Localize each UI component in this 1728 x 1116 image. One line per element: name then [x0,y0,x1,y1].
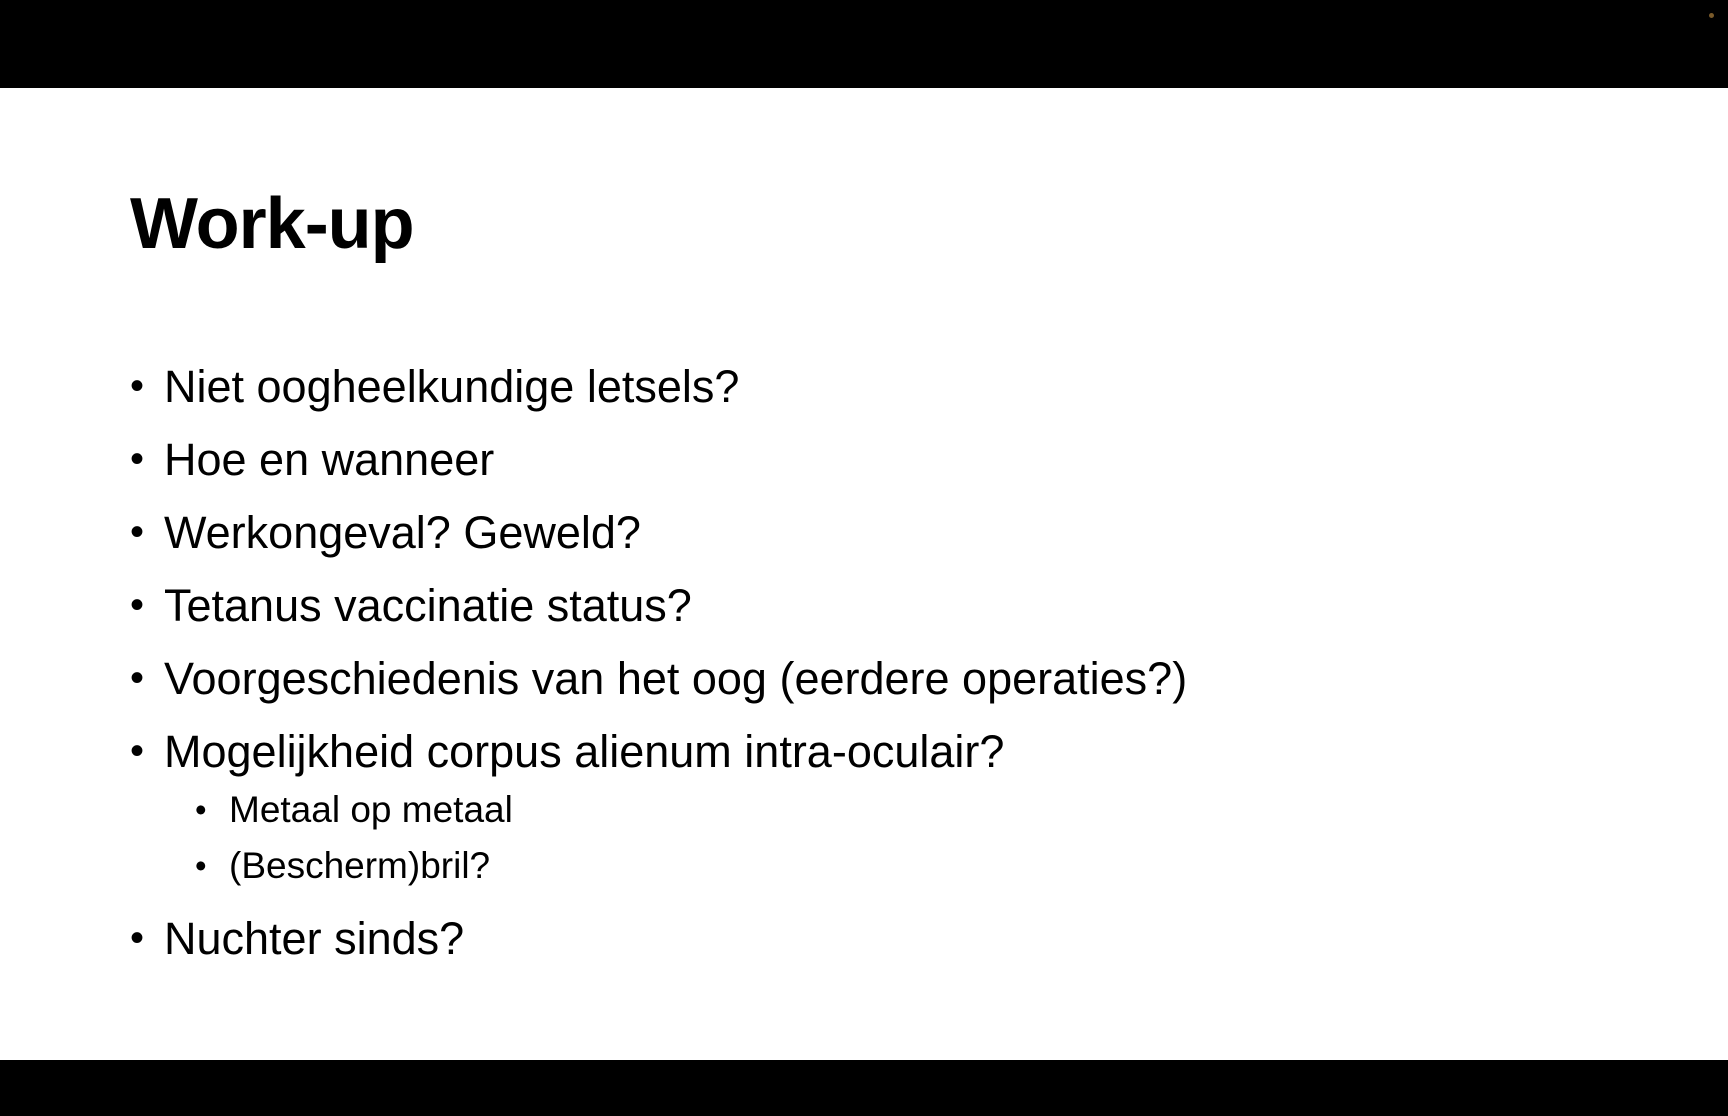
bullet-dot-icon: • [130,437,145,481]
sub-bullet-item: • Metaal op metaal [130,782,1187,838]
bullet-dot-icon: • [130,916,145,960]
presentation-screen: Work-up • Niet oogheelkundige letsels? •… [0,0,1728,1116]
top-black-bar [0,0,1728,88]
bullet-dot-icon: • [195,847,207,884]
bullet-item: • Nuchter sinds? [130,902,1187,975]
sub-bullet-item: • (Bescherm)bril? [130,838,1187,894]
slide-title: Work-up [130,184,415,264]
bullet-item: • Mogelijkheid corpus alienum intra-ocul… [130,715,1187,788]
bullet-dot-icon: • [130,656,145,700]
bullet-text: Mogelijkheid corpus alienum intra-oculai… [164,726,1005,777]
bullet-item: • Voorgeschiedenis van het oog (eerdere … [130,642,1187,715]
bullet-dot-icon: • [130,729,145,773]
bullet-text: Werkongeval? Geweld? [164,507,641,558]
sub-bullet-text: (Bescherm)bril? [229,845,491,886]
bullet-dot-icon: • [130,510,145,554]
bullet-dot-icon: • [195,791,207,828]
bullet-text: Tetanus vaccinatie status? [164,580,692,631]
bullet-text: Niet oogheelkundige letsels? [164,361,740,412]
bullet-item: • Tetanus vaccinatie status? [130,569,1187,642]
bullet-dot-icon: • [130,583,145,627]
bullet-item: • Werkongeval? Geweld? [130,496,1187,569]
sub-bullet-list: • Metaal op metaal • (Bescherm)bril? [130,782,1187,894]
bullet-text: Nuchter sinds? [164,913,465,964]
bullet-text: Voorgeschiedenis van het oog (eerdere op… [164,653,1188,704]
bullet-dot-icon: • [130,364,145,408]
bullet-item: • Niet oogheelkundige letsels? [130,350,1187,423]
sub-bullet-group: • Metaal op metaal • (Bescherm)bril? [130,782,1187,894]
bullet-list: • Niet oogheelkundige letsels? • Hoe en … [130,350,1187,975]
bullet-item: • Hoe en wanneer [130,423,1187,496]
bottom-black-bar [0,1060,1728,1116]
slide: Work-up • Niet oogheelkundige letsels? •… [0,88,1728,1060]
sub-bullet-text: Metaal op metaal [229,789,513,830]
bullet-text: Hoe en wanneer [164,434,495,485]
camera-indicator-icon [1709,13,1714,18]
